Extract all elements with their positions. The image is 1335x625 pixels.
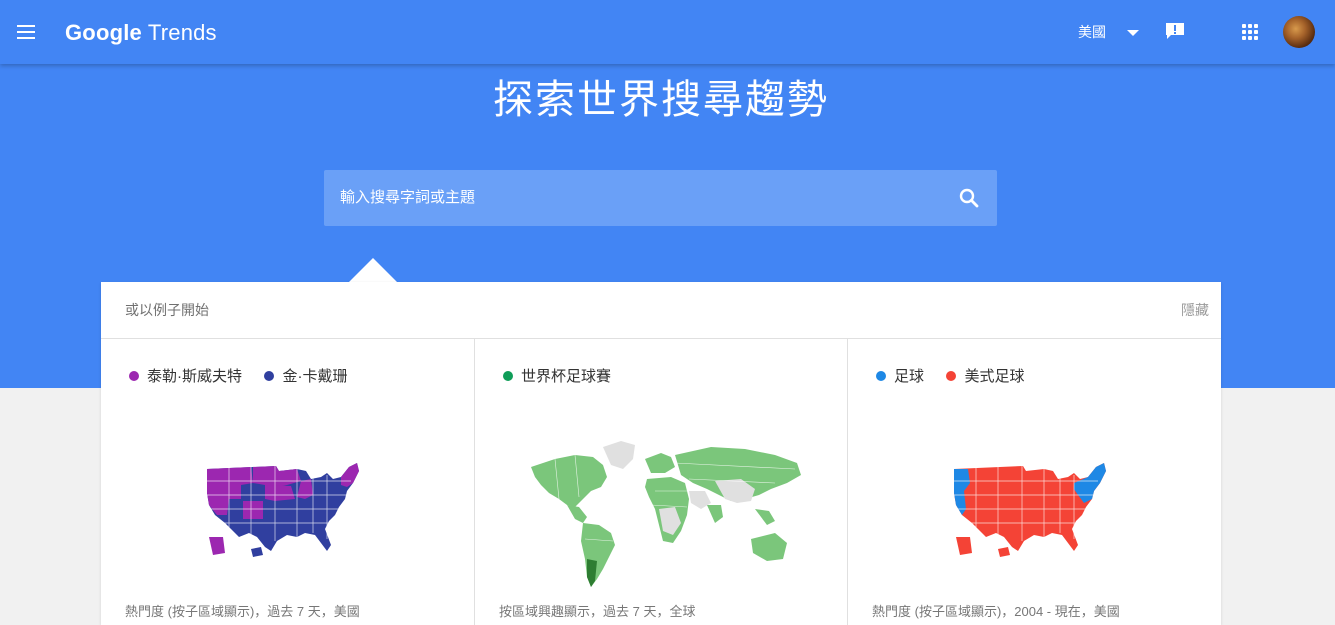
google-trends-logo[interactable]: Google Trends <box>65 19 217 47</box>
search-input[interactable]: 輸入搜尋字詞或主題 <box>324 170 997 226</box>
card-pointer <box>349 258 397 282</box>
legend-item: 美式足球 <box>946 367 1024 387</box>
search-icon[interactable] <box>958 187 980 209</box>
legend-label: 美式足球 <box>964 368 1025 385</box>
example-card-world-cup[interactable]: 世界杯足球賽 按區域興趣顯示，過去 7 天，全球 <box>474 339 848 625</box>
top-app-bar: Google Trends 美國 <box>0 0 1335 64</box>
legend-item: 足球 <box>876 367 924 387</box>
legend-item: 泰勒·斯威夫特 <box>129 367 242 387</box>
series-dot-icon <box>264 371 275 381</box>
series-dot-icon <box>129 371 139 381</box>
example-card-celebrities[interactable]: 泰勒·斯威夫特 金·卡戴珊 熱門度 (按子區域顯示)，過去 7 天，美國 <box>101 339 474 625</box>
examples-card: 或以例子開始 隱藏 泰勒·斯威夫特 金·卡戴珊 熱門度 (按子區域顯示)，過去 … <box>101 282 1221 625</box>
region-selector[interactable]: 美國 <box>1078 22 1106 42</box>
legend-label: 金·卡戴珊 <box>282 368 348 385</box>
dropdown-arrow-icon[interactable] <box>1127 30 1139 36</box>
hide-button[interactable]: 隱藏 <box>1181 301 1209 319</box>
account-avatar[interactable] <box>1283 16 1315 48</box>
logo-google-text: Google <box>65 20 142 45</box>
world-map <box>531 441 801 587</box>
series-dot-icon <box>946 371 957 381</box>
legend-label: 泰勒·斯威夫特 <box>147 368 242 385</box>
example-caption: 按區域興趣顯示，過去 7 天，全球 <box>499 604 696 619</box>
logo-trends-text: Trends <box>147 20 217 45</box>
legend-label: 世界杯足球賽 <box>521 368 612 385</box>
search-placeholder: 輸入搜尋字詞或主題 <box>340 189 476 206</box>
example-card-football[interactable]: 足球 美式足球 熱門度 (按子區域顯示)，2004 - 現在，美國 <box>847 339 1221 625</box>
legend: 世界杯足球賽 <box>503 367 629 387</box>
us-map <box>207 463 359 557</box>
menu-icon[interactable] <box>17 25 35 39</box>
legend: 足球 美式足球 <box>876 367 1042 387</box>
example-caption: 熱門度 (按子區域顯示)，2004 - 現在，美國 <box>872 604 1120 619</box>
us-map <box>954 463 1106 557</box>
legend-item: 世界杯足球賽 <box>503 367 611 387</box>
feedback-icon[interactable] <box>1165 22 1185 40</box>
series-dot-icon <box>503 371 513 381</box>
legend-item: 金·卡戴珊 <box>264 367 347 387</box>
legend: 泰勒·斯威夫特 金·卡戴珊 <box>129 367 365 387</box>
legend-label: 足球 <box>894 368 925 385</box>
examples-title: 或以例子開始 <box>125 302 209 318</box>
example-caption: 熱門度 (按子區域顯示)，過去 7 天，美國 <box>125 604 360 619</box>
series-dot-icon <box>876 371 886 381</box>
apps-grid-icon[interactable] <box>1242 24 1258 40</box>
page-headline: 探索世界搜尋趨勢 <box>493 78 829 122</box>
examples-header: 或以例子開始 隱藏 <box>101 282 1221 339</box>
